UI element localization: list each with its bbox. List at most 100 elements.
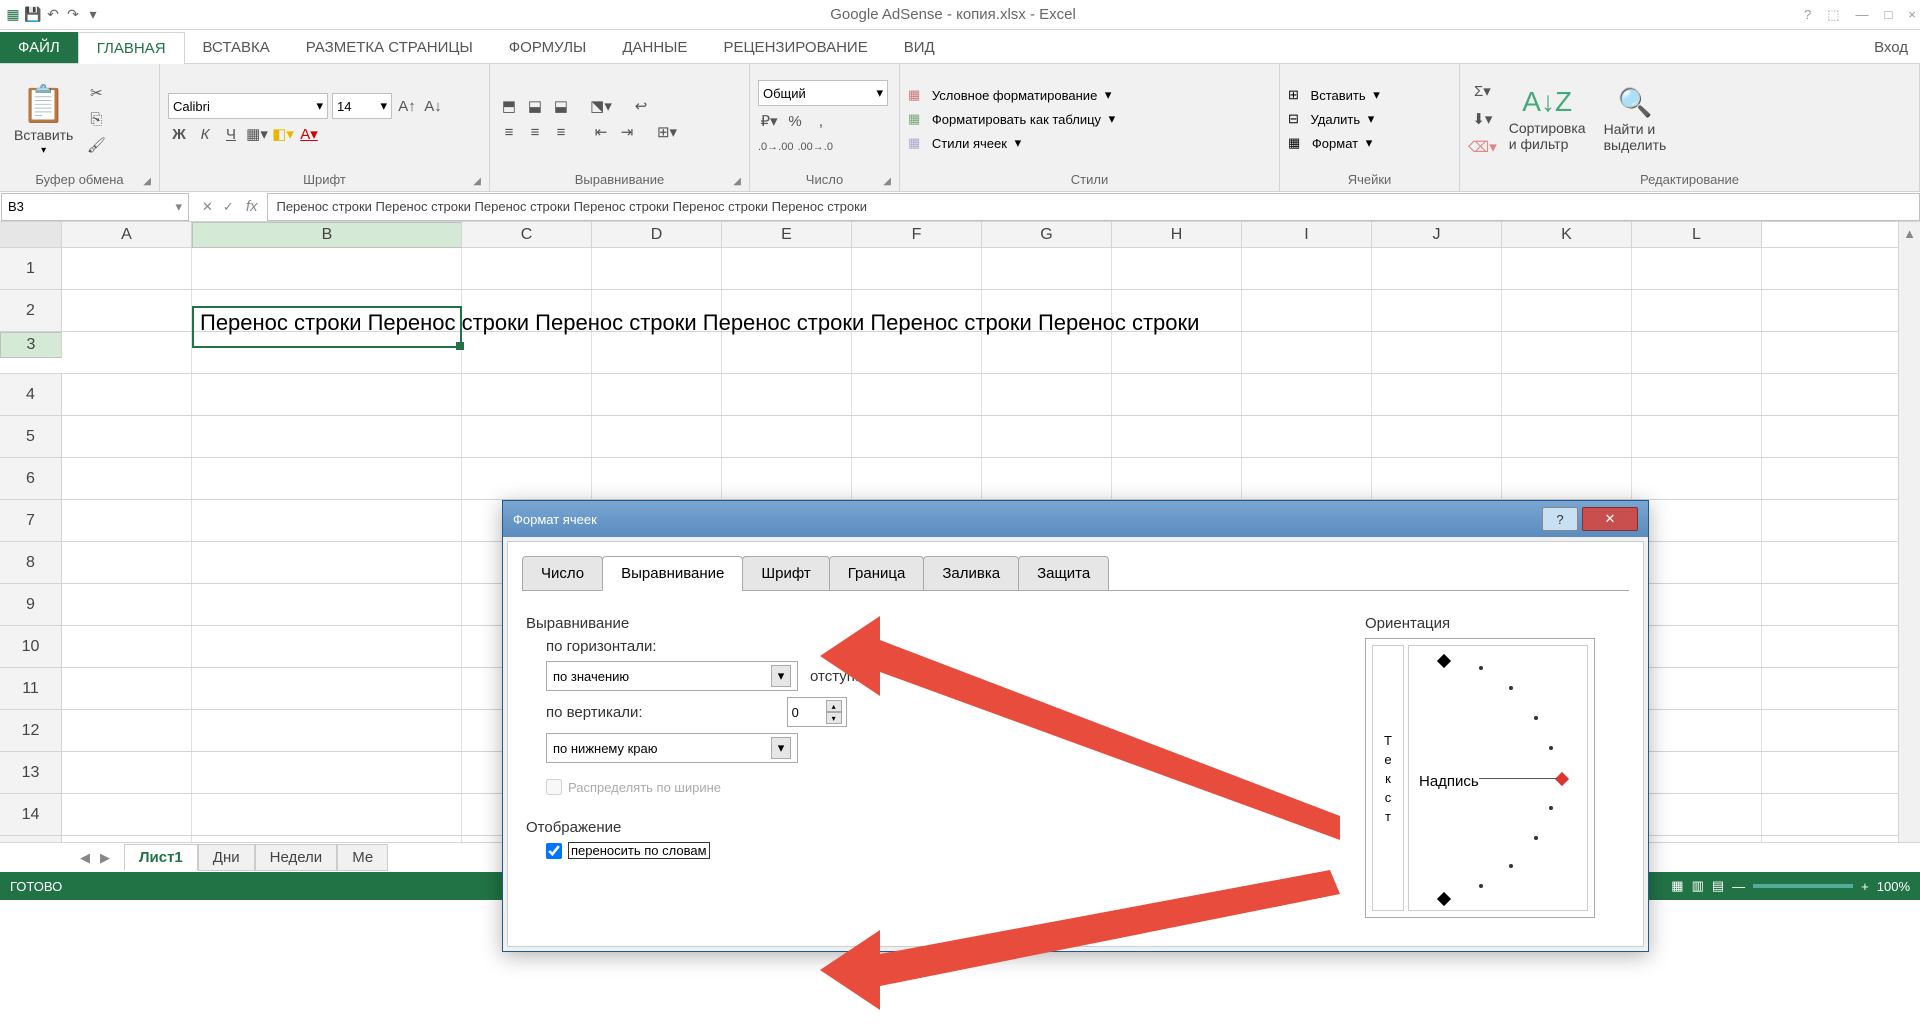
cell[interactable]: [1242, 458, 1372, 499]
col-header[interactable]: I: [1242, 222, 1372, 247]
cell[interactable]: [982, 374, 1112, 415]
tab-data[interactable]: ДАННЫЕ: [604, 32, 705, 63]
maximize-icon[interactable]: □: [1885, 7, 1893, 23]
cell[interactable]: [982, 248, 1112, 289]
ribbon-options-icon[interactable]: ⬚: [1827, 7, 1839, 23]
cell[interactable]: [1632, 542, 1762, 583]
col-header[interactable]: K: [1502, 222, 1632, 247]
cell[interactable]: [192, 794, 462, 835]
cell[interactable]: [62, 500, 192, 541]
row-header[interactable]: 6: [0, 458, 62, 499]
tab-view[interactable]: ВИД: [886, 32, 953, 63]
tab-layout[interactable]: РАЗМЕТКА СТРАНИЦЫ: [288, 32, 491, 63]
row-header[interactable]: 1: [0, 248, 62, 289]
tab-review[interactable]: РЕЦЕНЗИРОВАНИЕ: [705, 32, 885, 63]
cell[interactable]: [1632, 710, 1762, 751]
cell[interactable]: [192, 584, 462, 625]
row-header[interactable]: 7: [0, 500, 62, 541]
autosum-icon[interactable]: Σ▾: [1468, 80, 1497, 102]
cell[interactable]: [1502, 416, 1632, 457]
cell[interactable]: [1112, 332, 1242, 373]
cell[interactable]: [1502, 374, 1632, 415]
format-cells-button[interactable]: ▦ Формат ▾: [1288, 135, 1451, 151]
cell[interactable]: [62, 668, 192, 709]
cell[interactable]: [592, 458, 722, 499]
close-icon[interactable]: ×: [1908, 7, 1916, 23]
cell[interactable]: [62, 542, 192, 583]
cell[interactable]: [192, 836, 462, 842]
row-header[interactable]: 9: [0, 584, 62, 625]
cell[interactable]: [1632, 668, 1762, 709]
clear-icon[interactable]: ⌫▾: [1468, 136, 1497, 158]
tab-formulas[interactable]: ФОРМУЛЫ: [491, 32, 605, 63]
col-header[interactable]: J: [1372, 222, 1502, 247]
cell[interactable]: [852, 332, 982, 373]
dlg-tab-align[interactable]: Выравнивание: [602, 556, 743, 591]
col-header[interactable]: B: [192, 222, 462, 248]
cell[interactable]: [62, 416, 192, 457]
increase-indent-icon[interactable]: ⇥: [616, 121, 638, 143]
cell[interactable]: [592, 332, 722, 373]
increase-font-icon[interactable]: A↑: [396, 95, 418, 117]
cell[interactable]: [462, 248, 592, 289]
col-header[interactable]: C: [462, 222, 592, 247]
row-header[interactable]: 4: [0, 374, 62, 415]
row-header[interactable]: 15: [0, 836, 62, 842]
cell[interactable]: [1112, 458, 1242, 499]
cell[interactable]: [1242, 374, 1372, 415]
launcher-icon[interactable]: ◢: [143, 176, 151, 187]
wrap-text-checkbox[interactable]: переносить по словам: [546, 842, 1335, 859]
cell[interactable]: [1632, 584, 1762, 625]
undo-icon[interactable]: ↶: [44, 6, 62, 24]
cell[interactable]: [1502, 458, 1632, 499]
sort-filter-button[interactable]: A↓ZСортировка и фильтр: [1503, 68, 1592, 170]
cell[interactable]: [62, 752, 192, 793]
fx-icon[interactable]: fx: [246, 198, 258, 215]
row-header[interactable]: 8: [0, 542, 62, 583]
cell[interactable]: [592, 248, 722, 289]
sign-in-link[interactable]: Вход: [1862, 32, 1920, 63]
copy-icon[interactable]: ⎘: [85, 108, 107, 130]
cell[interactable]: [1632, 248, 1762, 289]
cell[interactable]: [982, 458, 1112, 499]
cell[interactable]: [62, 794, 192, 835]
name-box[interactable]: B3▾: [1, 193, 189, 221]
wrap-text-icon[interactable]: ↩: [630, 95, 652, 117]
cell[interactable]: [1502, 248, 1632, 289]
cell[interactable]: [1632, 374, 1762, 415]
cell[interactable]: [192, 626, 462, 667]
cell[interactable]: [1242, 248, 1372, 289]
cell[interactable]: [1372, 458, 1502, 499]
vertical-scrollbar[interactable]: ▲: [1898, 222, 1920, 842]
cell[interactable]: [1112, 248, 1242, 289]
percent-icon[interactable]: %: [784, 110, 806, 132]
cell[interactable]: [62, 290, 192, 331]
format-painter-icon[interactable]: 🖌: [85, 134, 107, 156]
dialog-titlebar[interactable]: Формат ячеек ? ✕: [503, 501, 1648, 537]
redo-icon[interactable]: ↷: [64, 6, 82, 24]
conditional-format-button[interactable]: ▦ Условное форматирование ▾: [908, 87, 1271, 103]
cell[interactable]: [1112, 416, 1242, 457]
dlg-tab-border[interactable]: Граница: [829, 556, 925, 591]
row-header[interactable]: 14: [0, 794, 62, 835]
cell-styles-button[interactable]: ▦ Стили ячеек ▾: [908, 135, 1271, 151]
cell[interactable]: [1632, 752, 1762, 793]
dlg-tab-protect[interactable]: Защита: [1018, 556, 1109, 591]
decrease-font-icon[interactable]: A↓: [422, 95, 444, 117]
cell[interactable]: [1242, 416, 1372, 457]
cell[interactable]: [192, 374, 462, 415]
cell[interactable]: [1242, 290, 1372, 331]
cell[interactable]: [722, 416, 852, 457]
help-icon[interactable]: ?: [1804, 7, 1811, 23]
cell[interactable]: [1502, 290, 1632, 331]
col-header[interactable]: E: [722, 222, 852, 247]
cell[interactable]: [1112, 374, 1242, 415]
cell[interactable]: [192, 248, 462, 289]
cell[interactable]: [722, 248, 852, 289]
row-header[interactable]: 3: [0, 332, 62, 358]
row-header[interactable]: 2: [0, 290, 62, 331]
row-header[interactable]: 11: [0, 668, 62, 709]
sheet-tab[interactable]: Лист1: [124, 844, 198, 871]
cell[interactable]: [1502, 332, 1632, 373]
comma-icon[interactable]: ,: [810, 110, 832, 132]
